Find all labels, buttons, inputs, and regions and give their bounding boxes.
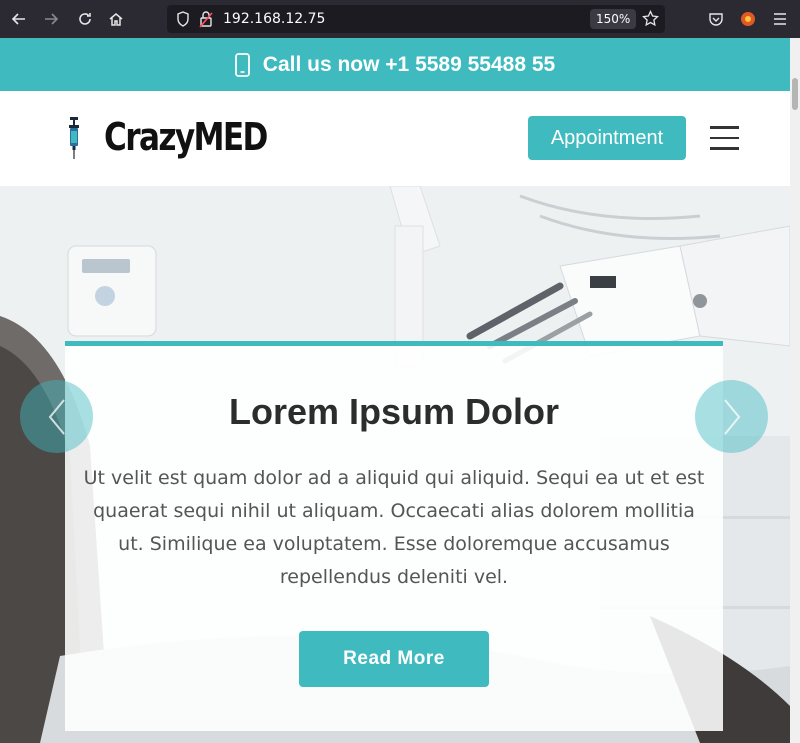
extension-icon[interactable] — [737, 8, 759, 30]
site-header: CrazyMED Appointment — [0, 91, 790, 186]
hero-card: Lorem Ipsum Dolor Ut velit est quam dolo… — [65, 341, 723, 731]
chevron-left-icon — [48, 398, 65, 435]
url-bar[interactable]: 192.168.12.75 150% — [167, 5, 665, 33]
site-logo[interactable]: CrazyMED — [104, 115, 268, 159]
insecure-lock-icon[interactable] — [199, 10, 213, 33]
browser-toolbar: 192.168.12.75 150% — [0, 0, 800, 38]
syringe-icon — [69, 117, 79, 159]
appointment-button[interactable]: Appointment — [528, 116, 686, 160]
shield-icon[interactable] — [176, 11, 190, 32]
scrollbar[interactable] — [790, 38, 800, 743]
hero-slider: Lorem Ipsum Dolor Ut velit est quam dolo… — [0, 186, 790, 743]
zoom-badge[interactable]: 150% — [590, 9, 637, 29]
hero-title: Lorem Ipsum Dolor — [228, 391, 560, 432]
carousel-next-button[interactable] — [695, 380, 768, 453]
carousel-prev-button[interactable] — [20, 380, 93, 453]
contact-bar: Call us now +1 5589 55488 55 — [0, 38, 790, 91]
forward-icon[interactable] — [40, 8, 62, 30]
back-icon[interactable] — [8, 8, 30, 30]
read-more-button[interactable]: Read More — [299, 631, 489, 687]
scrollbar-thumb[interactable] — [792, 78, 798, 110]
home-icon[interactable] — [105, 8, 127, 30]
chevron-right-icon — [723, 398, 740, 435]
pocket-icon[interactable] — [705, 8, 727, 30]
hamburger-icon[interactable] — [710, 126, 739, 151]
url-text[interactable]: 192.168.12.75 — [223, 11, 325, 27]
contact-text: Call us now +1 5589 55488 55 — [262, 52, 556, 76]
phone-icon — [234, 52, 250, 77]
hero-text: Ut velit est quam dolor ad a aliquid qui… — [83, 467, 705, 588]
menu-icon[interactable] — [769, 8, 791, 30]
star-icon[interactable] — [642, 9, 659, 32]
reload-icon[interactable] — [74, 8, 96, 30]
